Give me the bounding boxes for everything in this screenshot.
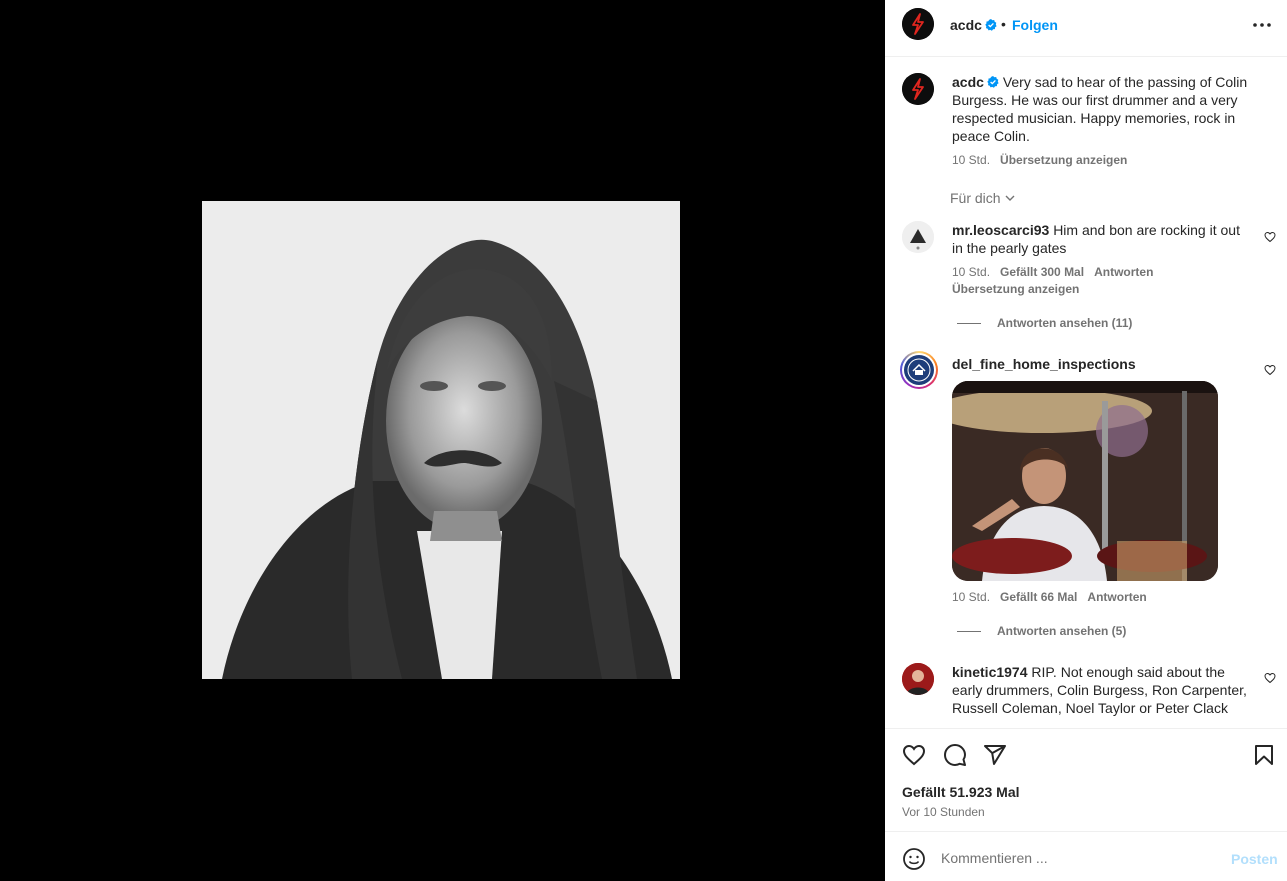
verified-badge-icon — [985, 19, 997, 31]
verified-badge-icon — [987, 76, 999, 88]
post-actions: Gefällt 51.923 Mal Vor 10 Stunden — [885, 728, 1287, 831]
comment-reply-button[interactable]: Antworten — [1087, 590, 1146, 604]
comment-filter-label: Für dich — [950, 190, 1001, 206]
acdc-logo-icon — [902, 8, 934, 40]
post-comment-button[interactable]: Posten — [1231, 851, 1278, 867]
acdc-logo-icon — [902, 73, 934, 105]
like-heart-icon[interactable] — [902, 743, 926, 767]
profile-avatar[interactable] — [902, 8, 934, 40]
comment-likes[interactable]: Gefällt 300 Mal — [1000, 265, 1084, 279]
comment-text: mr.leoscarci93 Him and bon are rocking i… — [952, 222, 1240, 256]
caption-translate-link[interactable]: Übersetzung anzeigen — [1000, 153, 1127, 167]
likes-count[interactable]: Gefällt 51.923 Mal — [902, 784, 1020, 800]
comment-like-heart-icon[interactable] — [1264, 231, 1276, 243]
comment-meta: 10 Std. Gefällt 300 Mal Antworten — [952, 265, 1153, 279]
media-viewer — [0, 0, 885, 881]
comment-likes[interactable]: Gefällt 66 Mal — [1000, 590, 1077, 604]
drummer-gif-image — [952, 381, 1218, 581]
more-options-icon[interactable] — [1247, 14, 1277, 36]
story-ring[interactable] — [900, 351, 938, 389]
replies-divider — [957, 631, 981, 633]
comment-text: kinetic1974 RIP. Not enough said about t… — [952, 664, 1247, 716]
share-paper-plane-icon[interactable] — [983, 743, 1007, 767]
comment-filter-dropdown[interactable]: Für dich — [950, 190, 1016, 206]
view-replies-button[interactable]: Antworten ansehen (11) — [957, 316, 1132, 330]
portrait-photo — [202, 201, 680, 679]
caption-meta: 10 Std. Übersetzung anzeigen — [952, 153, 1127, 167]
comment-composer: Posten — [885, 831, 1287, 881]
comments-scroll-area[interactable]: acdc Very sad to hear of the passing of … — [885, 57, 1287, 728]
caption-username[interactable]: acdc — [952, 74, 984, 90]
caption-avatar[interactable] — [902, 73, 934, 105]
post-photo[interactable] — [202, 201, 680, 679]
house-logo-icon — [907, 358, 931, 382]
view-replies-button[interactable]: Antworten ansehen (5) — [957, 624, 1126, 638]
emoji-icon[interactable] — [902, 847, 926, 871]
post-timestamp[interactable]: Vor 10 Stunden — [902, 805, 985, 819]
comment-bubble-icon[interactable] — [943, 743, 967, 767]
comment-translate-link[interactable]: Übersetzung anzeigen — [952, 282, 1079, 296]
user-avatar-icon — [902, 663, 934, 695]
comment-text: del_fine_home_inspections — [952, 355, 1248, 373]
comment-input[interactable] — [941, 848, 1221, 868]
user-avatar-icon — [902, 221, 934, 253]
comment-like-heart-icon[interactable] — [1264, 364, 1276, 376]
post-caption: acdc Very sad to hear of the passing of … — [952, 73, 1252, 145]
comment-like-heart-icon[interactable] — [1264, 672, 1276, 684]
post-header: acdc • Folgen — [885, 0, 1287, 57]
comment-username[interactable]: mr.leoscarci93 — [952, 222, 1049, 238]
comment-username[interactable]: del_fine_home_inspections — [952, 356, 1136, 372]
business-logo-avatar — [904, 355, 934, 385]
comment-time[interactable]: 10 Std. — [952, 590, 990, 604]
header-username[interactable]: acdc — [950, 17, 997, 33]
comment-gif[interactable] — [952, 381, 1218, 581]
comment-meta: 10 Std. Gefällt 66 Mal Antworten — [952, 590, 1147, 604]
comment-avatar[interactable] — [902, 663, 934, 695]
chevron-down-icon — [1005, 195, 1015, 201]
comment-reply-button[interactable]: Antworten — [1094, 265, 1153, 279]
caption-time[interactable]: 10 Std. — [952, 153, 990, 167]
comment-username[interactable]: kinetic1974 — [952, 664, 1028, 680]
bookmark-icon[interactable] — [1252, 743, 1276, 767]
replies-divider — [957, 323, 981, 325]
header-separator: • — [1001, 16, 1006, 32]
follow-button[interactable]: Folgen — [1012, 17, 1058, 33]
comment-time[interactable]: 10 Std. — [952, 265, 990, 279]
comment-translate-row: Übersetzung anzeigen — [952, 282, 1079, 296]
post-sidebar: acdc • Folgen acdc Very sad to hear of t… — [885, 0, 1287, 881]
comment-avatar[interactable] — [902, 221, 934, 253]
